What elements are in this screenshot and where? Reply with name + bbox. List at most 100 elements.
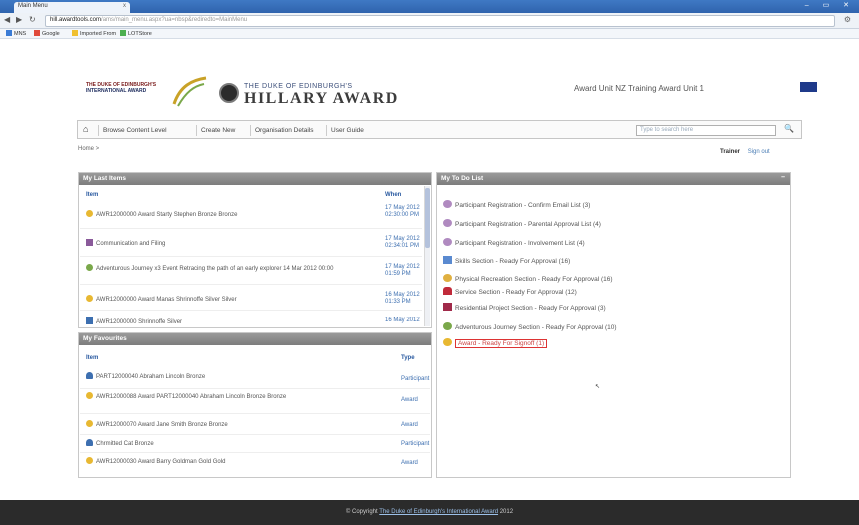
- todo-item[interactable]: Adventurous Journey Section - Ready For …: [443, 322, 617, 331]
- list-item[interactable]: AWR12000030 Award Barry Goldman Gold Gol…: [86, 457, 386, 466]
- timestamp: 16 May 2012: [385, 317, 420, 323]
- medal-icon: [86, 457, 93, 464]
- url-path: /ams/main_menu.aspx?ua=nbsp&rediredto=Ma…: [101, 17, 248, 23]
- tab-title: Main Menu: [18, 3, 48, 9]
- collapse-icon[interactable]: –: [781, 174, 785, 181]
- list-item[interactable]: Chrmitted Cat Bronze: [86, 439, 386, 448]
- copyright-year: 2012: [499, 509, 514, 515]
- todo-item[interactable]: Participant Registration - Confirm Email…: [443, 200, 590, 209]
- todo-item[interactable]: Participant Registration - Parental Appr…: [443, 219, 601, 228]
- url-host: hill.awardtools.com: [50, 17, 102, 23]
- column-header-item: Item: [86, 192, 99, 198]
- address-bar: ◀ ▶ ↻ hill.awardtools.com/ams/main_menu.…: [0, 13, 859, 29]
- wrench-icon[interactable]: ⚙: [844, 15, 851, 24]
- forward-arrow-icon[interactable]: ▶: [16, 15, 22, 24]
- panel-title: My Last Items: [79, 173, 431, 185]
- row-divider: [80, 284, 422, 285]
- medal-icon: [86, 210, 93, 217]
- hillary-crest-icon: [219, 83, 239, 103]
- reload-icon[interactable]: ↻: [29, 15, 36, 24]
- list-item[interactable]: AWR12000070 Award Jane Smith Bronze Bron…: [86, 420, 386, 429]
- search-icon[interactable]: 🔍: [784, 124, 794, 133]
- list-item[interactable]: AWR12000000 Award Starty Stephen Bronze …: [86, 210, 376, 219]
- nav-organisation-details[interactable]: Organisation Details: [250, 125, 318, 136]
- medal-icon: [443, 338, 452, 346]
- item-type: Award: [401, 422, 418, 428]
- bookmark-item[interactable]: Imported From: [72, 30, 116, 37]
- item-type: Award: [401, 460, 418, 466]
- mouse-cursor-icon: ↖: [595, 384, 601, 390]
- bookmark-item[interactable]: Google: [34, 30, 60, 37]
- person-icon: [86, 439, 93, 446]
- row-divider: [80, 388, 430, 389]
- trainer-status: Trainer Sign out: [720, 149, 770, 155]
- main-nav: ⌂ Browse Content Level Create New Organi…: [77, 120, 802, 139]
- row-divider: [80, 413, 430, 414]
- search-input[interactable]: Type to search here: [636, 125, 776, 136]
- todo-item[interactable]: Residential Project Section - Ready For …: [443, 303, 606, 312]
- todo-item[interactable]: Participant Registration - Involvement L…: [443, 238, 585, 247]
- medal-icon: [86, 392, 93, 399]
- home-icon[interactable]: ⌂: [83, 124, 88, 134]
- row-divider: [80, 256, 422, 257]
- brand-title: HILLARY AWARD: [244, 90, 399, 107]
- tab-close-icon[interactable]: x: [123, 3, 126, 9]
- last-items-scrollbar[interactable]: [424, 186, 430, 326]
- compass-icon: [86, 264, 93, 271]
- person-icon: [86, 317, 93, 324]
- column-header-type: Type: [401, 355, 415, 361]
- heart-icon: [443, 200, 452, 208]
- service-icon: [443, 287, 452, 295]
- breadcrumb[interactable]: Home >: [78, 146, 99, 152]
- todo-item-highlighted[interactable]: Award - Ready For Signoff (1): [443, 338, 548, 348]
- award-signoff-link[interactable]: Award - Ready For Signoff (1): [455, 339, 548, 348]
- journey-icon: [443, 322, 452, 330]
- row-divider: [80, 434, 430, 435]
- timestamp: 17 May 2012 02:34:01 PM: [385, 236, 420, 249]
- list-item[interactable]: PART12000040 Abraham Lincoln Bronze: [86, 372, 386, 381]
- last-items-panel: My Last Items: [78, 172, 432, 328]
- row-divider: [80, 310, 422, 311]
- list-item[interactable]: AWR12000000 Award Manas Shrinnoffe Silve…: [86, 295, 376, 304]
- person-icon: [86, 372, 93, 379]
- residential-icon: [443, 303, 452, 311]
- nav-create-new[interactable]: Create New: [196, 125, 239, 136]
- brand-subtitle: THE DUKE OF EDINBURGH'S: [244, 83, 353, 90]
- browser-tab-bar: Main Menu x – ▭ ✕: [0, 0, 859, 13]
- skills-icon: [443, 256, 452, 264]
- award-unit-name: Award Unit NZ Training Award Unit 1: [574, 84, 704, 93]
- footer-link[interactable]: The Duke of Edinburgh's International Aw…: [379, 509, 498, 515]
- browser-tab[interactable]: Main Menu x: [14, 2, 130, 13]
- list-item[interactable]: AWR12000000 Shrinnoffe Silver: [86, 317, 376, 325]
- timestamp: 17 May 2012 01:59 PM: [385, 264, 420, 277]
- row-divider: [80, 228, 422, 229]
- timestamp: 17 May 2012 02:30:00 PM: [385, 205, 420, 218]
- todo-item[interactable]: Service Section - Ready For Approval (12…: [443, 287, 577, 296]
- copyright-prefix: © Copyright: [345, 509, 378, 515]
- row-divider: [80, 452, 430, 453]
- nav-browse-content[interactable]: Browse Content Level: [98, 125, 171, 136]
- timestamp: 16 May 2012 01:33 PM: [385, 292, 420, 305]
- list-item[interactable]: Communication and Filing: [86, 239, 376, 248]
- scrollbar-thumb[interactable]: [425, 188, 430, 248]
- list-item[interactable]: AWR12000088 Award PART12000040 Abraham L…: [86, 392, 386, 401]
- todo-item[interactable]: Physical Recreation Section - Ready For …: [443, 274, 613, 283]
- panel-title: My Favourites: [79, 333, 431, 345]
- international-award-logo: THE DUKE OF EDINBURGH'S INTERNATIONAL AW…: [86, 82, 157, 94]
- footer: © Copyright The Duke of Edinburgh's Inte…: [0, 500, 859, 525]
- bookmark-item[interactable]: LOTStore: [120, 30, 152, 37]
- medal-icon: [86, 420, 93, 427]
- column-header-item: Item: [86, 355, 99, 361]
- back-arrow-icon[interactable]: ◀: [4, 15, 10, 24]
- medal-icon: [86, 295, 93, 302]
- heart-icon: [443, 219, 452, 227]
- url-field[interactable]: hill.awardtools.com/ams/main_menu.aspx?u…: [45, 15, 835, 27]
- list-item[interactable]: Adventurous Journey x3 Event Retracing t…: [86, 264, 376, 273]
- sign-out-link[interactable]: Sign out: [748, 149, 770, 155]
- nav-user-guide[interactable]: User Guide: [326, 125, 368, 136]
- bookmark-item[interactable]: MNS: [6, 30, 26, 37]
- column-header-when: When: [385, 192, 402, 198]
- document-icon: [86, 239, 93, 246]
- todo-item[interactable]: Skills Section - Ready For Approval (16): [443, 256, 570, 265]
- window-controls[interactable]: – ▭ ✕: [805, 1, 855, 9]
